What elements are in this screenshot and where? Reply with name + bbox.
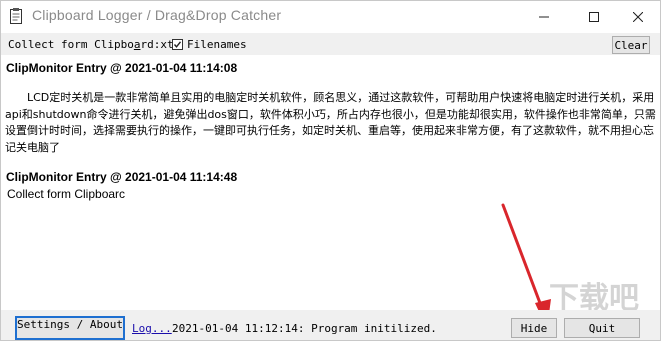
log-link[interactable]: Log... [132,322,172,335]
minimize-button[interactable] [521,1,567,32]
log-text-area[interactable]: ClipMonitor Entry @ 2021-01-04 11:14:08 … [1,56,660,308]
quit-button[interactable]: Quit [564,318,640,338]
maximize-button[interactable] [571,1,617,32]
close-button[interactable] [615,1,660,32]
window-title: Clipboard Logger / Drag&Drop Catcher [32,7,282,23]
title-bar[interactable]: Clipboard Logger / Drag&Drop Catcher [1,1,660,32]
log-entry-body: Collect form Clipboarc [7,187,126,201]
clipboard-icon [10,8,22,24]
maximize-icon [589,11,599,22]
close-icon [633,11,643,22]
status-message: 2021-01-04 11:12:14: Program initilized. [172,322,437,335]
status-bar: Settings / About Log... 2021-01-04 11:12… [1,310,660,340]
minimize-icon [539,12,549,22]
log-entry-header: ClipMonitor Entry @ 2021-01-04 11:14:48 [6,170,238,184]
collect-from-clipboard-label: Collect form Clipboard:xt [8,38,174,51]
log-entry-header: ClipMonitor Entry @ 2021-01-04 11:14:08 [6,61,238,75]
clear-button[interactable]: Clear [612,36,650,54]
toolbar: Collect form Clipboard:xt Filenames Clea… [1,33,660,55]
clipboard-logger-window: Clipboard Logger / Drag&Drop Catcher Col… [0,0,661,341]
settings-about-button[interactable]: Settings / About [15,316,125,340]
filenames-label[interactable]: Filenames [187,38,247,51]
checkmark-icon [173,41,182,48]
filenames-checkbox[interactable] [172,39,183,50]
hide-button[interactable]: Hide [511,318,557,338]
log-entry-body: LCD定时关机是一款非常简单且实用的电脑定时关机软件，顾名思义，通过这款软件，可… [5,91,656,154]
